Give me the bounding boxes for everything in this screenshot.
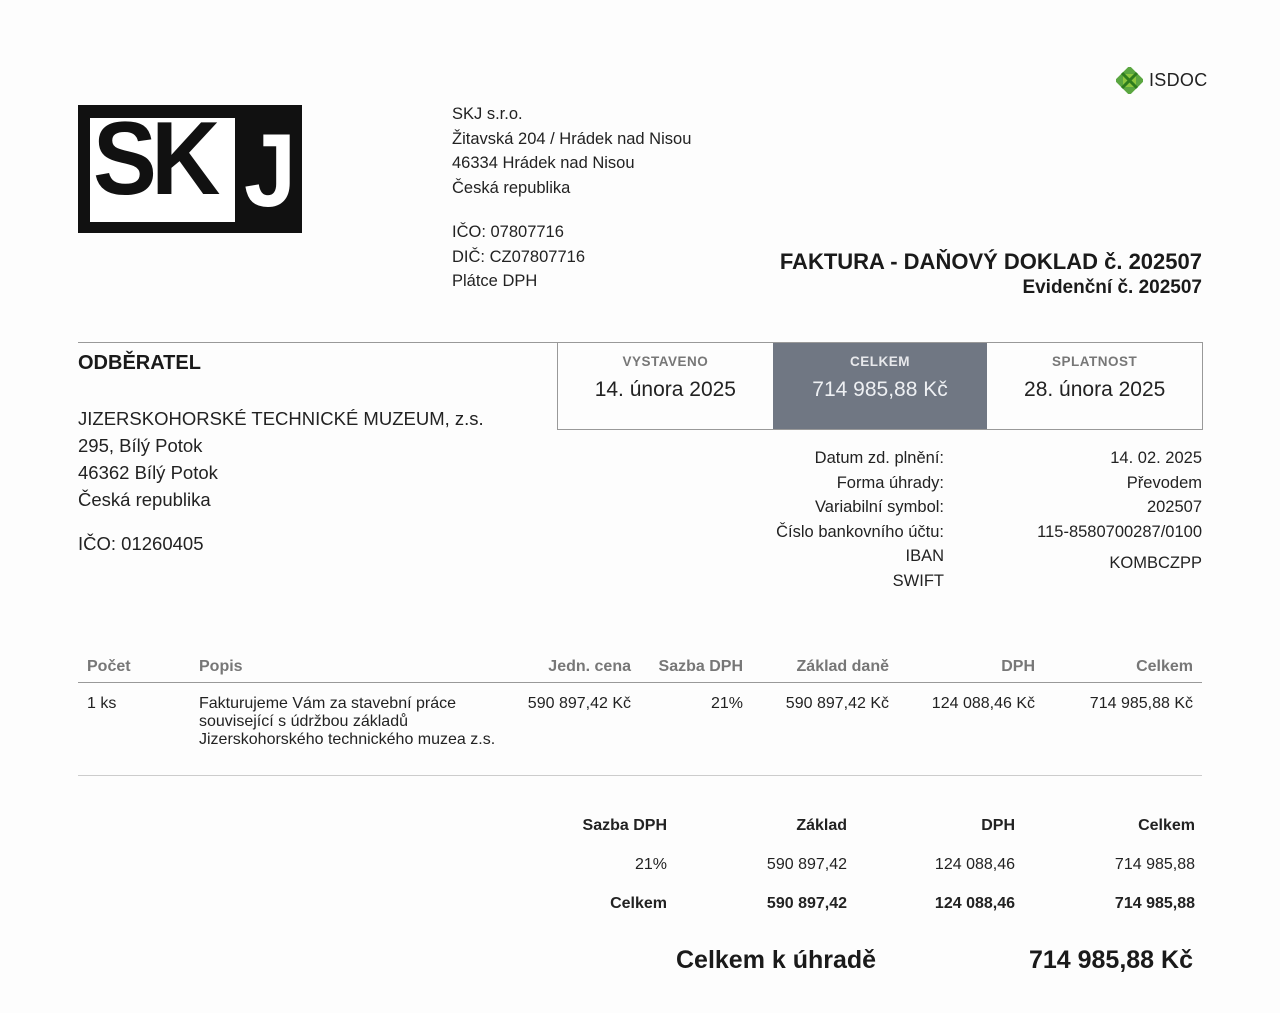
payment-row: Variabilní symbol: 202507 <box>700 495 1202 520</box>
buyer-ico: IČO: 01260405 <box>78 533 204 554</box>
record-number: Evidenční č. 202507 <box>1022 277 1202 298</box>
isdoc-badge: ISDOC <box>1116 67 1208 94</box>
vat-totals-label: Celkem <box>610 894 667 912</box>
item-total: 714 985,88 Kč <box>1044 682 1202 776</box>
payment-label: SWIFT <box>892 571 944 590</box>
payment-label: Forma úhrady: <box>836 473 944 492</box>
vat-col-vat: DPH <box>981 816 1015 834</box>
table-row: 21% 590 897,42 124 088,46 714 985,88 <box>560 845 1204 884</box>
issued-date: 14. února 2025 <box>594 378 736 401</box>
grand-total-label: Celkem k úhradě <box>676 946 877 974</box>
invoice-title: FAKTURA - DAŇOVÝ DOKLAD č. 202507 <box>779 249 1202 274</box>
item-qty: 1 ks <box>78 682 190 776</box>
buyer-address-line2: 46362 Bílý Potok <box>78 462 218 483</box>
seller-country: Česká republika <box>452 178 571 197</box>
vat-header-row: Sazba DPH Základ DPH Celkem <box>560 806 1204 845</box>
payment-label: Číslo bankovního účtu: <box>776 522 944 541</box>
col-base: Základ daně <box>752 652 898 683</box>
grand-total-value: 714 985,88 Kč <box>1028 946 1193 974</box>
logo-text-sk: SK <box>93 101 220 217</box>
col-desc: Popis <box>190 652 514 683</box>
vat-col-base: Základ <box>796 816 847 834</box>
issued-box: VYSTAVENO 14. února 2025 <box>558 343 773 429</box>
vat-total: 714 985,88 <box>1114 855 1195 873</box>
vat-totals-base: 590 897,42 <box>766 894 847 912</box>
due-date: 28. února 2025 <box>1024 378 1166 401</box>
document-title: FAKTURA - DAŇOVÝ DOKLAD č. 202507 Eviden… <box>780 248 1202 300</box>
issued-label: VYSTAVENO <box>622 354 709 369</box>
total-box-label: CELKEM <box>850 354 910 369</box>
total-box-value: 714 985,88 Kč <box>812 378 948 401</box>
payment-details: Datum zd. plnění: 14. 02. 2025 Forma úhr… <box>700 446 1202 593</box>
due-label: SPLATNOST <box>1052 354 1138 369</box>
seller-dic: DIČ: CZ07807716 <box>452 247 585 266</box>
company-logo: SK J <box>78 105 302 233</box>
col-total: Celkem <box>1044 652 1202 683</box>
payment-value: KOMBCZPP <box>1109 553 1202 572</box>
vat-amount: 124 088,46 <box>934 855 1015 873</box>
payment-value: 115-8580700287/0100 <box>1037 522 1202 541</box>
isdoc-label: ISDOC <box>1149 70 1208 90</box>
seller-vat-status: Plátce DPH <box>452 272 538 290</box>
seller-name: SKJ s.r.o. <box>452 105 523 123</box>
col-qty: Počet <box>78 652 190 683</box>
payment-label: Datum zd. plnění: <box>814 449 944 467</box>
payment-label: Variabilní symbol: <box>815 498 944 516</box>
payment-row: SWIFT KOMBCZPP <box>700 551 1202 594</box>
vat-totals-vat: 124 088,46 <box>934 894 1015 912</box>
payment-value: 202507 <box>1146 498 1202 516</box>
due-box: SPLATNOST 28. února 2025 <box>987 343 1202 429</box>
payment-row: Forma úhrady: Převodem <box>700 471 1202 496</box>
payment-value: 14. 02. 2025 <box>1110 449 1202 467</box>
payment-value: Převodem <box>1126 473 1202 492</box>
item-unit-price: 590 897,42 Kč <box>514 682 640 776</box>
items-header-row: Počet Popis Jedn. cena Sazba DPH Základ … <box>78 652 1202 683</box>
seller-ico: IČO: 07807716 <box>452 223 564 241</box>
divider <box>78 342 558 343</box>
payment-row: Číslo bankovního účtu: 115-8580700287/01… <box>700 520 1202 545</box>
buyer-heading: ODBĚRATEL <box>78 352 201 374</box>
col-unit-price: Jedn. cena <box>514 652 640 683</box>
summary-boxes: VYSTAVENO 14. února 2025 CELKEM 714 985,… <box>557 342 1203 430</box>
total-box: CELKEM 714 985,88 Kč <box>772 343 988 429</box>
item-desc: Fakturujeme Vám za stavební práce souvis… <box>190 682 514 776</box>
buyer-address-line1: 295, Bílý Potok <box>78 435 203 456</box>
vat-rate: 21% <box>634 855 667 873</box>
vat-col-total: Celkem <box>1138 816 1195 834</box>
logo-text-j: J <box>244 113 297 229</box>
vat-summary-table: Sazba DPH Základ DPH Celkem 21% 590 897,… <box>560 806 1204 923</box>
vat-totals-row: Celkem 590 897,42 124 088,46 714 985,88 <box>560 884 1204 923</box>
isdoc-logo-icon <box>1116 67 1143 94</box>
vat-totals-total: 714 985,88 <box>1114 894 1195 912</box>
table-row: 1 ks Fakturujeme Vám za stavební práce s… <box>78 682 1202 776</box>
vat-base: 590 897,42 <box>766 855 847 873</box>
item-vat-rate: 21% <box>640 682 752 776</box>
payment-row: Datum zd. plnění: 14. 02. 2025 <box>700 446 1202 471</box>
buyer-country: Česká republika <box>78 489 211 510</box>
item-base: 590 897,42 Kč <box>752 682 898 776</box>
items-table: Počet Popis Jedn. cena Sazba DPH Základ … <box>78 652 1202 776</box>
seller-address-line1: Žitavská 204 / Hrádek nad Nisou <box>452 129 692 148</box>
item-vat: 124 088,46 Kč <box>898 682 1044 776</box>
vat-col-rate: Sazba DPH <box>582 816 667 834</box>
buyer-info: JIZERSKOHORSKÉ TECHNICKÉ MUZEUM, z.s. 29… <box>78 405 484 513</box>
seller-address-line2: 46334 Hrádek nad Nisou <box>452 154 635 172</box>
col-vat: DPH <box>898 652 1044 683</box>
col-vat-rate: Sazba DPH <box>640 652 752 683</box>
buyer-name: JIZERSKOHORSKÉ TECHNICKÉ MUZEUM, z.s. <box>78 408 484 429</box>
seller-info: SKJ s.r.o. Žitavská 204 / Hrádek nad Nis… <box>452 102 691 294</box>
